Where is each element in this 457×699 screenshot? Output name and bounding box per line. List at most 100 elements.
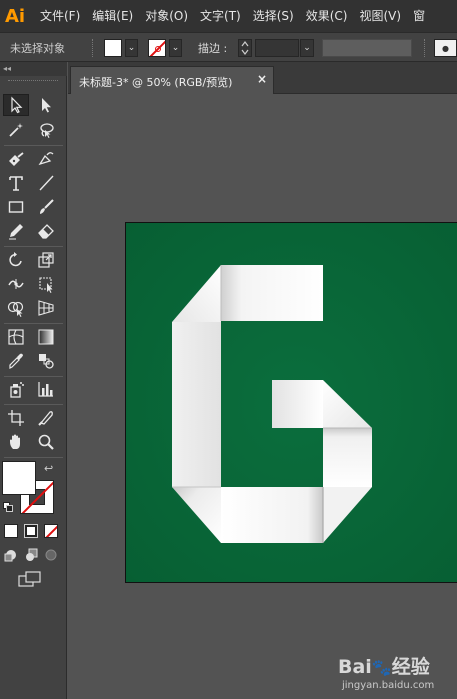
magic-wand-icon	[9, 123, 23, 137]
rotate-tool[interactable]	[3, 249, 29, 271]
variable-width-profile[interactable]	[322, 39, 412, 57]
eraser-tool[interactable]	[33, 220, 59, 242]
line-segment-tool[interactable]	[33, 172, 59, 194]
symbol-sprayer-tool[interactable]	[3, 378, 29, 400]
toolbar-divider	[4, 457, 63, 458]
gradient-mode-inner	[27, 527, 35, 535]
pencil-tool[interactable]	[3, 220, 29, 242]
rectangle-icon	[8, 201, 24, 213]
tools-panel-collapse[interactable]: ◂◂	[0, 62, 67, 76]
curvature-tool[interactable]	[33, 148, 59, 170]
slice-tool[interactable]	[33, 407, 59, 429]
paintbrush-icon	[40, 199, 54, 214]
selection-tool[interactable]	[3, 94, 29, 116]
fill-color-box[interactable]	[2, 461, 36, 495]
g-right-strip	[323, 428, 372, 487]
g-bottom-strip	[221, 487, 323, 543]
draw-inside-icon[interactable]	[44, 548, 58, 562]
perspective-grid-tool[interactable]	[33, 297, 59, 319]
lasso-icon	[40, 123, 54, 138]
free-transform-tool[interactable]	[33, 273, 59, 295]
baidu-jingyan-watermark: Bai🐾经验 jingyan.baidu.com	[338, 652, 456, 698]
stroke-weight-label: 描边 :	[198, 42, 228, 55]
type-tool[interactable]	[3, 172, 29, 194]
magnifier-icon	[38, 434, 54, 450]
toolbar-divider	[4, 376, 63, 377]
fill-swatch[interactable]	[104, 39, 122, 57]
pencil-icon	[9, 224, 23, 240]
menu-view[interactable]: 视图(V)	[353, 0, 407, 32]
free-transform-icon	[39, 277, 53, 293]
close-tab-icon[interactable]: ×	[257, 72, 267, 86]
none-swatch-icon	[149, 40, 165, 56]
curvature-pen-icon	[38, 152, 54, 166]
rotate-icon	[9, 252, 22, 267]
watermark-url: jingyan.baidu.com	[342, 680, 435, 691]
control-bar-grip[interactable]	[92, 39, 95, 57]
document-tab-bar: 未标题-3* @ 50% (RGB/预览) ×	[68, 62, 457, 94]
gradient-tool[interactable]	[33, 326, 59, 348]
stroke-weight-stepper[interactable]	[238, 39, 252, 57]
width-tool[interactable]	[3, 273, 29, 295]
app-logo: Ai	[4, 5, 26, 27]
menu-window[interactable]: 窗	[407, 0, 431, 32]
stroke-dropdown-button[interactable]: ⌄	[169, 39, 182, 57]
lasso-tool[interactable]	[33, 119, 59, 141]
screen-mode-icon[interactable]	[18, 571, 42, 587]
stroke-weight-input[interactable]	[255, 39, 299, 57]
toolbar-divider	[4, 323, 63, 324]
menu-effect[interactable]: 效果(C)	[300, 0, 354, 32]
pen-tool[interactable]	[3, 148, 29, 170]
gradient-mode-button[interactable]	[24, 524, 38, 538]
swap-fill-stroke-icon[interactable]: ↩	[44, 462, 53, 475]
canvas-area[interactable]	[68, 95, 457, 699]
control-bar-grip-right[interactable]	[424, 39, 427, 57]
toolbar-divider	[4, 145, 63, 146]
rectangle-tool[interactable]	[3, 196, 29, 218]
draw-normal-icon[interactable]	[4, 548, 18, 562]
watermark-brand: Bai🐾经验	[338, 656, 430, 678]
default-fill-stroke-icon[interactable]	[3, 502, 13, 512]
tools-panel-grip[interactable]	[8, 80, 58, 83]
stroke-weight-dropdown[interactable]: ⌄	[300, 39, 314, 57]
g-top-strip	[221, 265, 323, 321]
eyedropper-icon	[9, 353, 23, 369]
brush-definition-button[interactable]: ●	[434, 39, 457, 57]
shape-builder-tool[interactable]	[3, 297, 29, 319]
paintbrush-tool[interactable]	[33, 196, 59, 218]
mesh-tool[interactable]	[3, 326, 29, 348]
fill-dropdown-button[interactable]: ⌄	[125, 39, 138, 57]
menu-type[interactable]: 文字(T)	[194, 0, 247, 32]
menu-file[interactable]: 文件(F)	[34, 0, 86, 32]
magic-wand-tool[interactable]	[3, 119, 29, 141]
stroke-swatch[interactable]	[148, 39, 166, 57]
zoom-tool[interactable]	[33, 431, 59, 453]
color-mode-button[interactable]	[4, 524, 18, 538]
toolbar-divider	[4, 246, 63, 247]
blend-tool[interactable]	[33, 350, 59, 372]
document-tab[interactable]: 未标题-3* @ 50% (RGB/预览) ×	[70, 66, 274, 94]
artboard-tool[interactable]	[3, 407, 29, 429]
eraser-icon	[38, 224, 54, 239]
symbol-sprayer-icon	[10, 382, 24, 398]
eyedropper-tool[interactable]	[3, 350, 29, 372]
toolbar-divider	[4, 404, 63, 405]
selection-status: 未选择对象	[10, 42, 65, 55]
artboard[interactable]	[125, 222, 457, 583]
selection-arrow-icon	[11, 96, 23, 114]
menu-select[interactable]: 选择(S)	[247, 0, 300, 32]
g-middle-bar	[272, 380, 323, 428]
menu-object[interactable]: 对象(O)	[139, 0, 194, 32]
menu-edit[interactable]: 编辑(E)	[86, 0, 139, 32]
column-graph-tool[interactable]	[33, 378, 59, 400]
draw-behind-icon[interactable]	[24, 548, 38, 562]
paw-icon: 🐾	[371, 658, 392, 677]
line-segment-icon	[39, 175, 54, 191]
hand-tool[interactable]	[3, 431, 29, 453]
slice-knife-icon	[38, 411, 53, 426]
none-mode-button[interactable]	[44, 524, 58, 538]
direct-selection-tool[interactable]	[33, 94, 59, 116]
width-icon	[8, 279, 24, 289]
column-graph-icon	[38, 382, 53, 397]
scale-tool[interactable]	[33, 249, 59, 271]
